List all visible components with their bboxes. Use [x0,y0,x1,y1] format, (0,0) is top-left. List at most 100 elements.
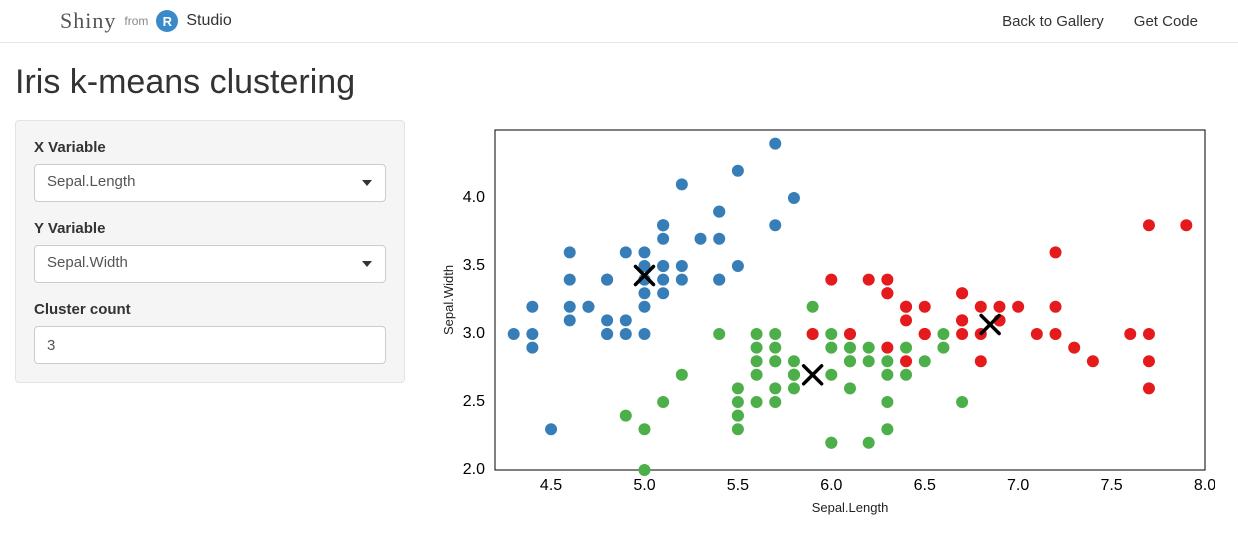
data-point [638,423,650,435]
data-point [919,301,931,313]
data-point [825,342,837,354]
data-point [769,396,781,408]
x-tick-label: 6.5 [914,477,936,494]
y-variable-select[interactable]: Sepal.Width [34,245,386,283]
data-point [638,287,650,299]
data-point [601,328,613,340]
data-point [825,274,837,286]
data-point [1050,246,1062,258]
page-title: Iris k-means clustering [15,63,1223,102]
brand-from: from [124,14,148,28]
data-point [657,396,669,408]
data-point [751,342,763,354]
data-point [993,301,1005,313]
centroid-marker [804,366,822,384]
data-point [676,260,688,272]
y-tick-label: 3.5 [463,257,485,274]
x-tick-label: 7.5 [1100,477,1122,494]
data-point [788,382,800,394]
cluster-count-label: Cluster count [34,301,386,318]
data-point [732,165,744,177]
data-point [863,342,875,354]
data-point [1012,301,1024,313]
x-tick-label: 7.0 [1007,477,1029,494]
data-point [676,178,688,190]
data-point [713,274,725,286]
data-point [751,355,763,367]
data-point [620,328,632,340]
back-to-gallery-link[interactable]: Back to Gallery [1002,13,1104,30]
data-point [919,355,931,367]
data-point [564,314,576,326]
y-variable-label: Y Variable [34,220,386,237]
data-point [564,246,576,258]
data-point [900,301,912,313]
data-point [620,410,632,422]
data-point [713,328,725,340]
data-point [657,287,669,299]
data-point [732,260,744,272]
y-variable-value: Sepal.Width [34,245,386,283]
data-point [638,301,650,313]
data-point [545,423,557,435]
data-point [751,328,763,340]
data-point [900,314,912,326]
data-point [1143,219,1155,231]
brand: Shiny from R Studio [60,8,232,34]
data-point [807,328,819,340]
data-point [975,301,987,313]
data-point [788,369,800,381]
x-variable-select[interactable]: Sepal.Length [34,164,386,202]
data-point [1087,355,1099,367]
data-point [620,246,632,258]
data-point [582,301,594,313]
data-point [881,369,893,381]
data-point [1068,342,1080,354]
x-tick-label: 5.0 [633,477,655,494]
data-point [769,355,781,367]
data-point [825,328,837,340]
data-point [937,328,949,340]
data-point [1050,301,1062,313]
brand-studio: Studio [186,12,231,30]
data-point [1143,328,1155,340]
data-point [676,274,688,286]
data-point [937,342,949,354]
top-links: Back to Gallery Get Code [1002,13,1198,30]
x-axis-label: Sepal.Length [812,500,889,515]
data-point [526,301,538,313]
data-point [825,369,837,381]
y-tick-label: 4.0 [463,189,485,206]
data-point [526,328,538,340]
get-code-link[interactable]: Get Code [1134,13,1198,30]
data-point [751,369,763,381]
cluster-count-input[interactable] [34,326,386,364]
data-point [881,287,893,299]
x-variable-value: Sepal.Length [34,164,386,202]
rstudio-logo-icon: R [156,10,178,32]
data-point [881,423,893,435]
data-point [713,206,725,218]
data-point [844,355,856,367]
data-point [508,328,520,340]
data-point [956,396,968,408]
data-point [956,287,968,299]
data-point [769,219,781,231]
data-point [732,382,744,394]
data-point [1143,355,1155,367]
data-point [751,396,763,408]
x-tick-label: 6.0 [820,477,842,494]
data-point [825,437,837,449]
y-tick-label: 2.5 [463,393,485,410]
data-point [919,328,931,340]
data-point [863,437,875,449]
data-point [900,369,912,381]
data-point [638,464,650,476]
scatter-plot: 4.55.05.56.06.57.07.58.02.02.53.03.54.0S… [435,120,1215,520]
data-point [788,192,800,204]
main-panel: 4.55.05.56.06.57.07.58.02.02.53.03.54.0S… [435,120,1223,520]
y-tick-label: 2.0 [463,461,485,478]
data-point [956,328,968,340]
data-point [956,314,968,326]
data-point [620,314,632,326]
